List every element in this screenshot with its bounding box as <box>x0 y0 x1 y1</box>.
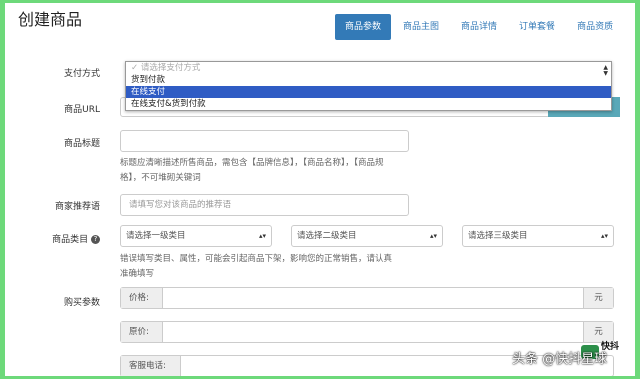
question-icon[interactable]: ? <box>91 235 100 244</box>
category-help: 错误填写类目、属性，可能会引起商品下架，影响您的正常销售，请认真准确填写 <box>120 254 393 279</box>
payment-option[interactable]: 货到付款 <box>126 74 611 86</box>
recommend-input[interactable]: 请填写您对该商品的推荐语 <box>120 194 409 216</box>
price-prefix: 价格: <box>121 288 163 308</box>
category-level1-select[interactable]: 请选择一级类目 ▴▾ <box>120 225 272 247</box>
tab-main-image[interactable]: 商品主图 <box>393 14 449 40</box>
purchase-label: 购买参数 <box>63 298 100 308</box>
tab-product-params[interactable]: 商品参数 <box>335 14 392 40</box>
chevron-updown-icon: ▴▾ <box>258 232 266 240</box>
page-title: 创建商品 <box>18 10 83 29</box>
original-price-input-group[interactable]: 原价: 元 <box>120 321 614 343</box>
title-help: 标题应清晰描述所售商品，需包含【品牌信息】，【商品名称】，【商品规格】，不可堆砌… <box>120 158 384 183</box>
payment-label: 支付方式 <box>63 69 100 79</box>
chevron-updown-icon: ▲ ▼ <box>603 64 608 77</box>
category-level3-value: 请选择三级类目 <box>468 231 528 241</box>
original-price-prefix: 原价: <box>121 322 163 342</box>
category-level2-value: 请选择二级类目 <box>297 231 357 241</box>
tab-order-package[interactable]: 订单套餐 <box>509 14 565 40</box>
watermark-text: 头条 @快抖星球 <box>512 352 608 367</box>
payment-option-highlighted[interactable]: 在线支付 <box>126 86 611 98</box>
url-label: 商品URL <box>64 105 100 115</box>
category-label: 商品类目 ? <box>10 232 100 245</box>
payment-select-dropdown[interactable]: ▲ ▼ ✓ 请选择支付方式 货到付款 在线支付 在线支付&货到付款 <box>125 61 612 111</box>
category-level2-select[interactable]: 请选择二级类目 ▴▾ <box>291 225 443 247</box>
price-input-group[interactable]: 价格: 元 <box>120 287 614 309</box>
page-frame: 创建商品 商品参数 商品主图 商品详情 订单套餐 商品资质 支付方式 商品URL… <box>5 3 635 376</box>
payment-option[interactable]: 在线支付&货到付款 <box>126 98 611 110</box>
payment-option[interactable]: ✓ 请选择支付方式 <box>126 62 611 74</box>
category-level1-value: 请选择一级类目 <box>126 231 186 241</box>
title-label: 商品标题 <box>63 139 100 149</box>
title-input[interactable] <box>120 130 409 152</box>
phone-prefix: 客服电话: <box>121 356 181 376</box>
tab-bar: 商品参数 商品主图 商品详情 订单套餐 商品资质 <box>335 14 625 40</box>
tab-qualification[interactable]: 商品资质 <box>567 14 623 40</box>
chevron-updown-icon: ▴▾ <box>429 232 437 240</box>
price-unit: 元 <box>583 288 613 308</box>
category-level3-select[interactable]: 请选择三级类目 ▴▾ <box>462 225 614 247</box>
chevron-updown-icon: ▴▾ <box>600 232 608 240</box>
tab-product-details[interactable]: 商品详情 <box>451 14 507 40</box>
category-label-text: 商品类目 <box>52 235 89 245</box>
recommend-label: 商家推荐语 <box>54 202 100 212</box>
